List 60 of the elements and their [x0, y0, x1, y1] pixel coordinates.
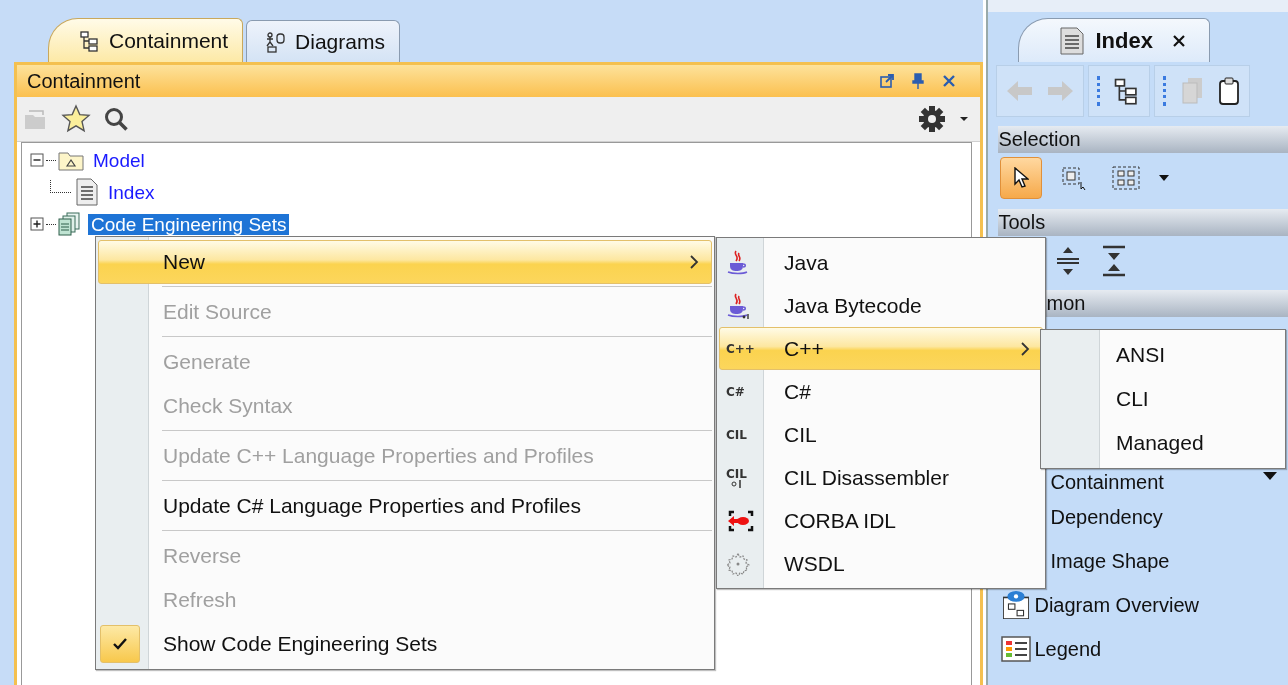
- tree-item[interactable]: Model: [90, 149, 148, 171]
- menu-item[interactable]: CIL CIL Disassembler: [719, 456, 1043, 499]
- palette-item[interactable]: Image Shape: [1050, 539, 1288, 583]
- stack-icon: [58, 211, 82, 237]
- panel-title: Containment: [27, 69, 141, 93]
- search-icon[interactable]: [103, 106, 129, 132]
- pin-icon[interactable]: [912, 73, 925, 89]
- menu-item[interactable]: CORBA IDL: [719, 499, 1043, 542]
- document-icon: [75, 178, 99, 206]
- diagram-overview-icon: [1003, 591, 1030, 619]
- tab[interactable]: Index: [1018, 18, 1210, 62]
- tab[interactable]: Containment: [48, 18, 244, 62]
- palette-item[interactable]: Containment: [1050, 471, 1288, 495]
- document-icon: [1059, 26, 1086, 55]
- caret-icon[interactable]: [1262, 471, 1278, 481]
- menu-item[interactable]: New: [98, 240, 712, 284]
- palette-item[interactable]: Dependency: [1050, 495, 1288, 539]
- tree-icon: [79, 29, 101, 52]
- expander-icon[interactable]: [30, 153, 44, 167]
- clipboard-icon[interactable]: [1217, 76, 1242, 106]
- check-icon: [100, 625, 140, 663]
- language-icon: C#: [726, 384, 745, 399]
- gear-icon: [726, 551, 750, 576]
- close-icon[interactable]: [1170, 32, 1187, 49]
- settings-icon[interactable]: [918, 105, 947, 133]
- palette-item[interactable]: Legend: [998, 627, 1288, 671]
- menu-item[interactable]: Managed: [1043, 421, 1283, 465]
- menu-item[interactable]: WSDL: [719, 542, 1043, 585]
- palette-item[interactable]: Diagram Overview: [998, 583, 1288, 627]
- coffee-cup-binary-icon: [726, 292, 750, 319]
- corba-icon: [726, 508, 756, 533]
- tab[interactable]: Diagrams: [246, 20, 400, 62]
- menu-item[interactable]: C++ C++: [719, 327, 1043, 370]
- tree-item[interactable]: Index: [105, 181, 158, 203]
- menu-item[interactable]: Update C# Language Properties and Profiles: [98, 484, 712, 528]
- section-header[interactable]: mon: [1046, 290, 1288, 317]
- caret-icon[interactable]: [1158, 174, 1171, 182]
- section-header[interactable]: Tools: [998, 209, 1288, 236]
- section-header[interactable]: Selection: [998, 126, 1288, 153]
- menu-item[interactable]: Java: [719, 241, 1043, 284]
- legend-icon: [1001, 636, 1032, 662]
- package-icon: [58, 149, 84, 171]
- language-icon: C++: [726, 341, 755, 356]
- language-icon: CIL: [726, 427, 747, 442]
- group-select-icon: [1111, 165, 1142, 191]
- menu-item[interactable]: Show Code Engineering Sets: [98, 622, 712, 666]
- menu-item[interactable]: CIL CIL: [719, 413, 1043, 456]
- star-icon[interactable]: [61, 104, 91, 134]
- tool-button[interactable]: [1000, 157, 1043, 199]
- menu-item[interactable]: CLI: [1043, 377, 1283, 421]
- diagram-icon: [265, 30, 288, 53]
- menu-item[interactable]: ANSI: [1043, 333, 1283, 377]
- tree-item[interactable]: Code Engineering Sets: [88, 213, 290, 235]
- menu-item[interactable]: Java Bytecode: [719, 284, 1043, 327]
- undock-icon[interactable]: [880, 74, 895, 88]
- expander-icon[interactable]: [30, 217, 44, 231]
- coffee-cup-icon: [726, 249, 750, 276]
- menu-item[interactable]: C# C#: [719, 370, 1043, 413]
- pointer-icon: [1013, 167, 1030, 189]
- caret-icon[interactable]: [958, 115, 971, 123]
